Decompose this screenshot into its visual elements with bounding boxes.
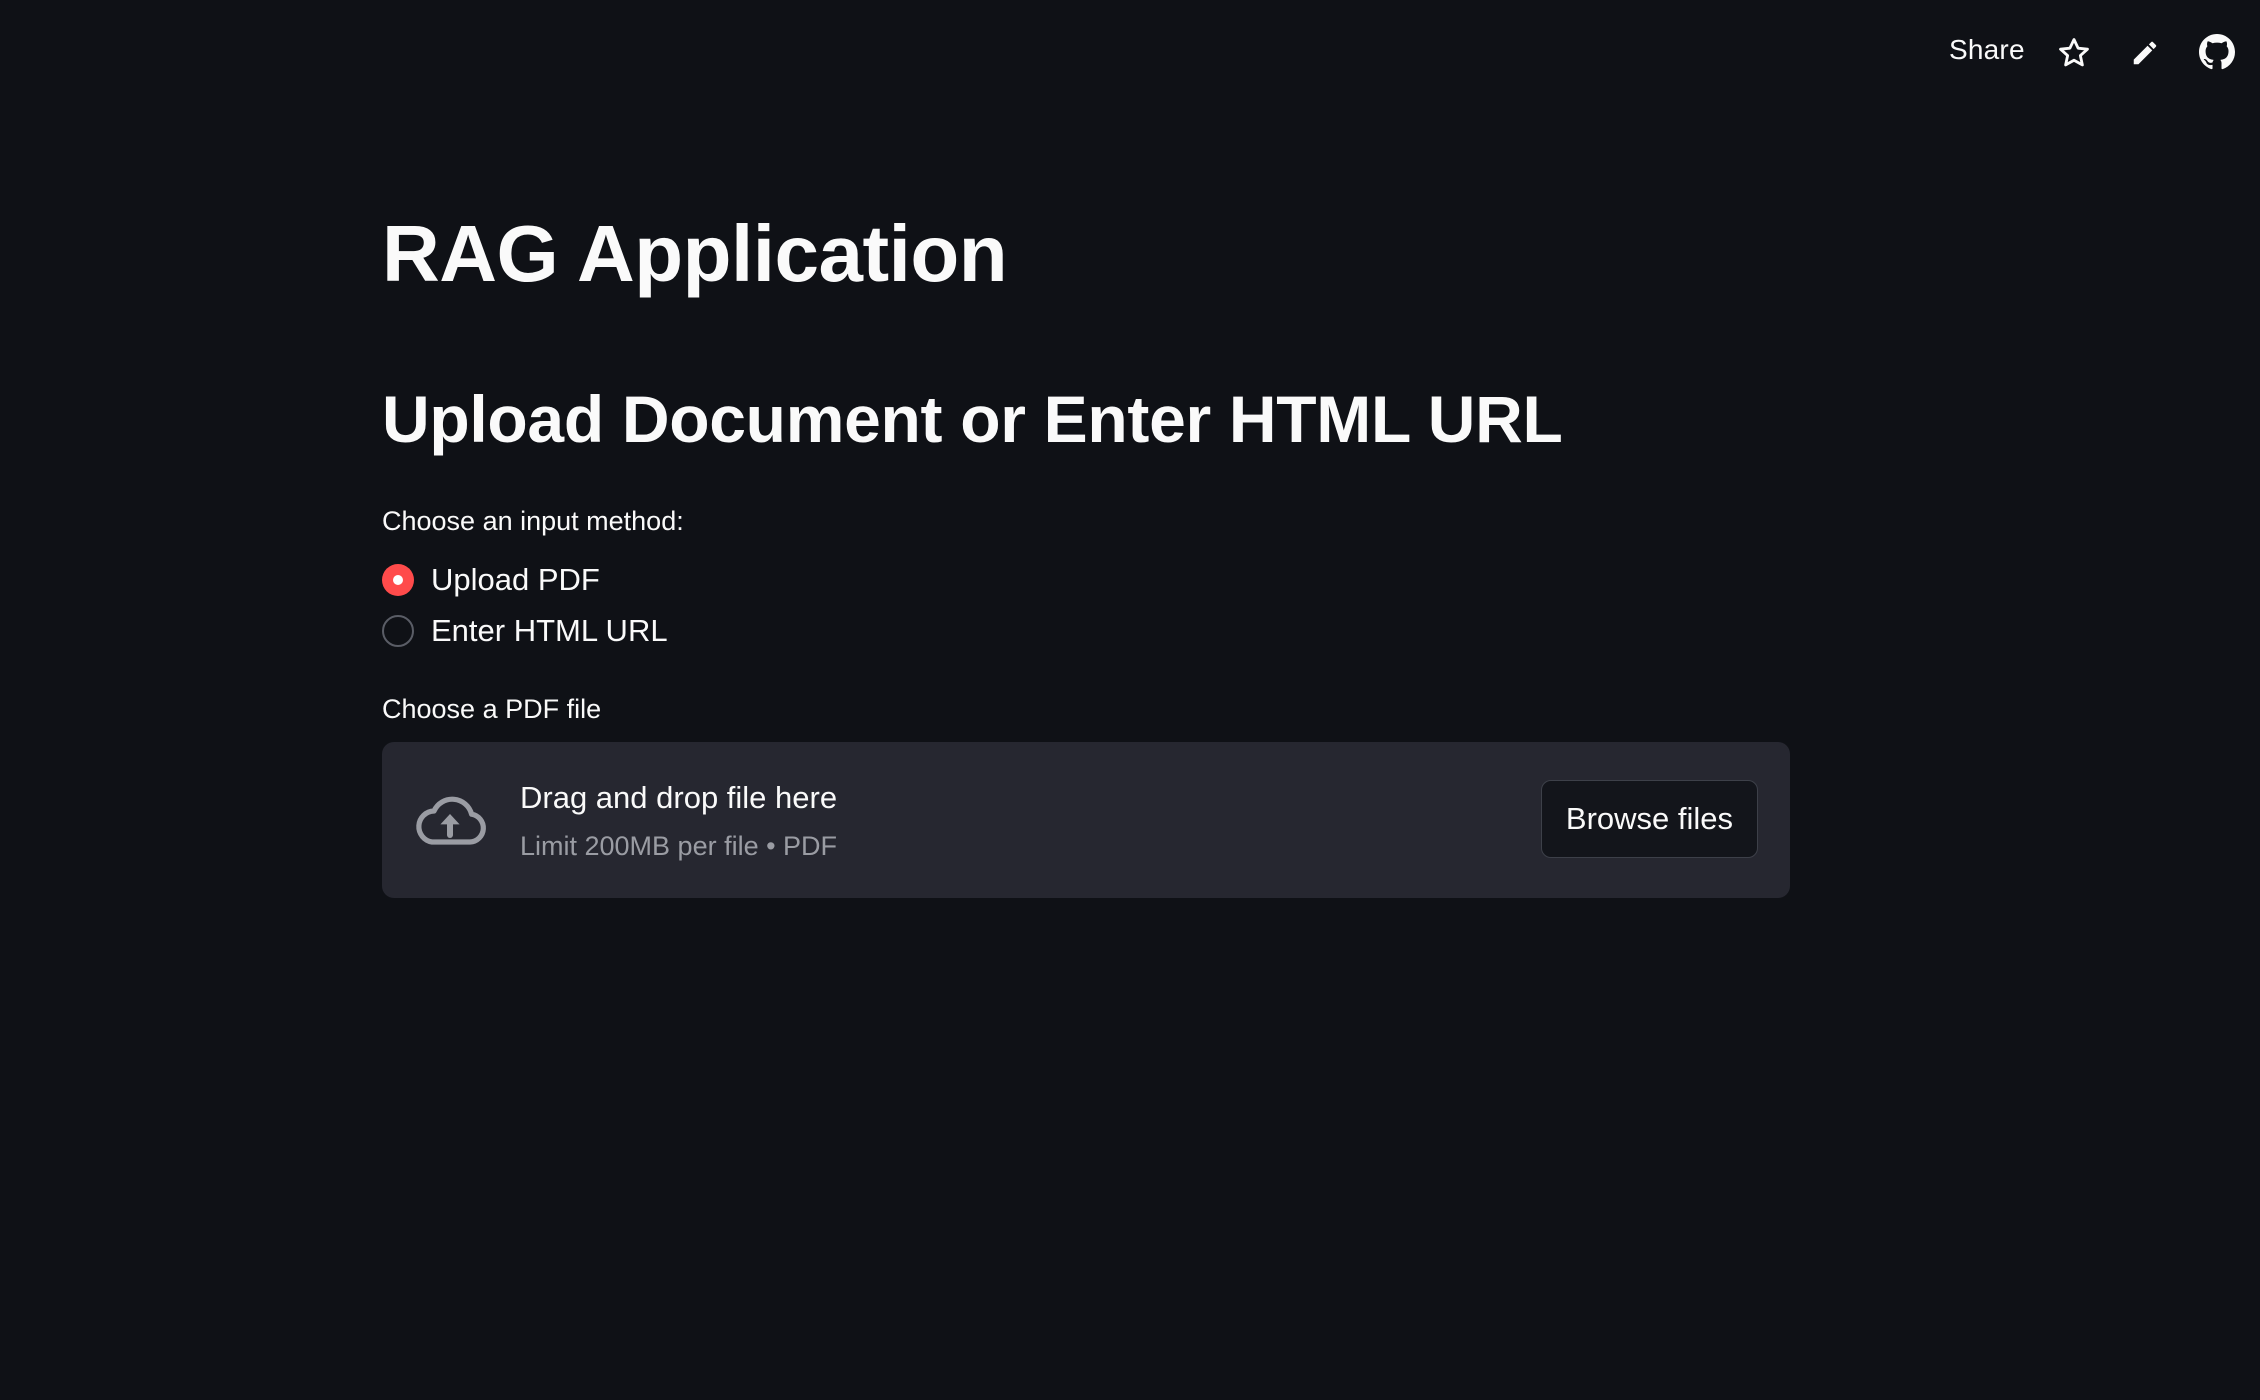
radio-enter-html-url[interactable]: Enter HTML URL [382,613,668,649]
radio-option-label: Upload PDF [431,562,600,597]
github-icon[interactable] [2199,34,2235,70]
input-method-label: Choose an input method: [382,506,684,536]
file-dropzone[interactable]: Drag and drop file here Limit 200MB per … [382,742,1790,898]
upload-limit-text: Limit 200MB per file • PDF [520,831,838,861]
drop-instructions: Drag and drop file here [520,780,838,815]
cloud-upload-icon [412,790,488,850]
radio-checked-icon[interactable] [382,564,414,596]
pencil-icon[interactable] [2127,35,2163,71]
app-root: Share RAG Application Upload Document or… [0,0,2260,1400]
share-button[interactable]: Share [1949,34,2025,66]
radio-upload-pdf[interactable]: Upload PDF [382,562,600,598]
section-heading: Upload Document or Enter HTML URL [382,382,1563,456]
star-icon[interactable] [2056,35,2092,71]
radio-option-label: Enter HTML URL [431,613,668,648]
page-title: RAG Application [382,209,1008,298]
browse-files-button[interactable]: Browse files [1540,780,1758,858]
radio-unchecked-icon[interactable] [382,615,414,647]
uploader-label: Choose a PDF file [382,694,602,724]
